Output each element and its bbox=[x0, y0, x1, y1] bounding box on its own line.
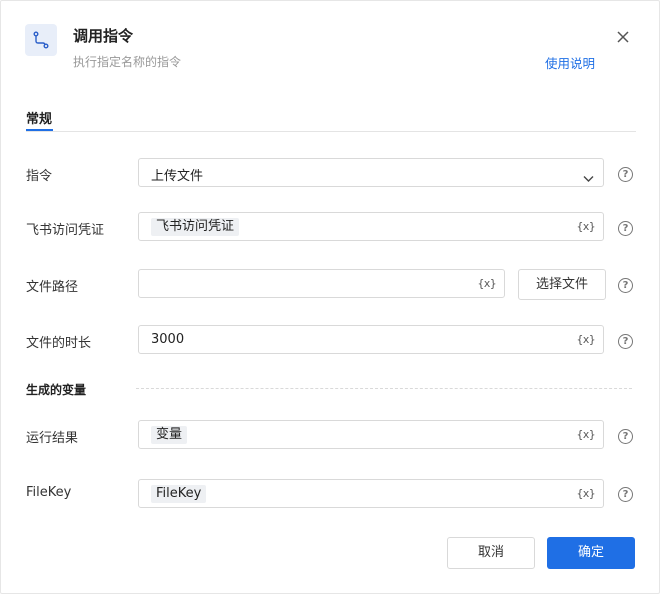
dialog-title: 调用指令 bbox=[73, 27, 134, 45]
section-divider bbox=[136, 388, 632, 389]
variable-icon[interactable]: {x} bbox=[577, 220, 596, 233]
help-icon[interactable]: ? bbox=[618, 221, 633, 236]
file-duration-input[interactable]: 3000 {x} bbox=[138, 325, 604, 354]
tab-divider bbox=[26, 131, 636, 132]
variable-tag: 飞书访问凭证 bbox=[151, 218, 240, 236]
feishu-credential-field[interactable]: 飞书访问凭证 {x} bbox=[138, 212, 604, 241]
file-path-input[interactable]: {x} bbox=[138, 269, 505, 298]
run-result-label: 运行结果 bbox=[26, 431, 79, 446]
command-select-value: 上传文件 bbox=[151, 169, 204, 184]
confirm-button[interactable]: 确定 bbox=[547, 537, 635, 569]
help-icon[interactable]: ? bbox=[618, 487, 633, 502]
variable-icon[interactable]: {x} bbox=[577, 333, 596, 346]
file-path-label: 文件路径 bbox=[26, 280, 79, 295]
help-icon[interactable]: ? bbox=[618, 167, 633, 182]
file-duration-value: 3000 bbox=[151, 332, 185, 347]
help-icon[interactable]: ? bbox=[618, 278, 633, 293]
file-duration-label: 文件的时长 bbox=[26, 336, 92, 351]
run-result-field[interactable]: 变量 {x} bbox=[138, 420, 604, 449]
file-key-label: FileKey bbox=[26, 485, 72, 500]
route-icon bbox=[25, 24, 57, 56]
variable-icon[interactable]: {x} bbox=[577, 428, 596, 441]
tab-general[interactable]: 常规 bbox=[26, 108, 52, 127]
dialog-subtitle: 执行指定名称的指令 bbox=[73, 55, 182, 69]
dialog: 调用指令 执行指定名称的指令 使用说明 常规 指令 上传文件 ? 飞书访问凭证 … bbox=[0, 0, 660, 594]
feishu-credential-label: 飞书访问凭证 bbox=[26, 223, 105, 238]
command-label: 指令 bbox=[26, 169, 53, 184]
command-select[interactable]: 上传文件 bbox=[138, 158, 604, 187]
help-link[interactable]: 使用说明 bbox=[545, 53, 595, 72]
close-icon[interactable] bbox=[613, 27, 633, 47]
variable-tag: 变量 bbox=[151, 426, 188, 444]
file-key-field[interactable]: FileKey {x} bbox=[138, 479, 604, 508]
help-icon[interactable]: ? bbox=[618, 334, 633, 349]
choose-file-button[interactable]: 选择文件 bbox=[518, 269, 606, 300]
chevron-down-icon bbox=[583, 168, 594, 187]
cancel-button[interactable]: 取消 bbox=[447, 537, 535, 569]
output-section-title: 生成的变量 bbox=[26, 383, 87, 397]
variable-icon[interactable]: {x} bbox=[577, 487, 596, 500]
variable-icon[interactable]: {x} bbox=[478, 277, 497, 290]
variable-tag: FileKey bbox=[151, 485, 207, 503]
help-icon[interactable]: ? bbox=[618, 429, 633, 444]
